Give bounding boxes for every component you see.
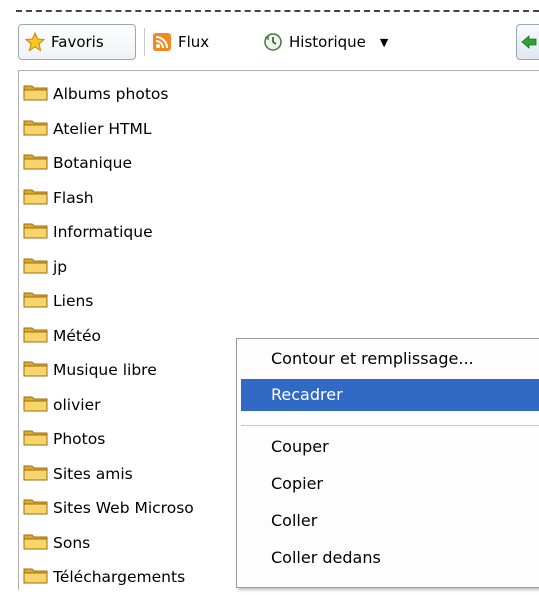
folder-label: Flash [53, 188, 94, 207]
folder-label: Sons [53, 533, 91, 552]
folder-label: Botanique [53, 154, 133, 173]
folder-item[interactable]: Botanique [23, 146, 194, 181]
folder-icon [23, 324, 49, 348]
folder-icon [23, 117, 49, 141]
green-back-arrow-icon [521, 35, 537, 49]
folder-item[interactable]: Atelier HTML [23, 112, 194, 147]
history-label: Historique [289, 33, 366, 51]
folder-label: Liens [53, 292, 94, 311]
menu-item-paste[interactable]: Coller [237, 505, 539, 537]
history-clock-icon [263, 32, 283, 52]
folder-label: Musique libre [53, 361, 157, 380]
history-tab[interactable]: Historique ▼ [263, 24, 388, 60]
folder-label: jp [53, 257, 68, 276]
menu-separator [241, 425, 539, 426]
folder-icon [23, 358, 49, 382]
favorites-folder-list: Albums photos Atelier HTML Botanique Flash I… [23, 77, 194, 595]
folder-item[interactable]: jp [23, 250, 194, 285]
folder-icon [23, 393, 49, 417]
folder-item[interactable]: Albums photos [23, 77, 194, 112]
folder-item[interactable]: Photos [23, 422, 194, 457]
context-menu: Contour et remplissage... Recadrer Coupe… [236, 338, 539, 588]
folder-icon [23, 427, 49, 451]
menu-item-crop[interactable]: Recadrer [241, 379, 539, 411]
folder-label: Sites Web Microso [53, 499, 194, 518]
folder-icon [23, 289, 49, 313]
folder-item[interactable]: Météo [23, 319, 194, 354]
rss-feed-icon [152, 32, 172, 52]
folder-item[interactable]: Informatique [23, 215, 194, 250]
toolbar-separator [144, 28, 145, 56]
menu-item-paste-inside[interactable]: Coller dedans [237, 542, 539, 574]
folder-label: Téléchargements [53, 568, 186, 587]
folder-icon [23, 565, 49, 589]
menu-item-outline-fill[interactable]: Contour et remplissage... [237, 343, 539, 375]
folder-item[interactable]: Sites amis [23, 457, 194, 492]
folder-label: Atelier HTML [53, 119, 152, 138]
folder-label: Informatique [53, 223, 153, 242]
folder-icon [23, 496, 49, 520]
folder-item[interactable]: Sites Web Microso [23, 491, 194, 526]
folder-item[interactable]: Flash [23, 181, 194, 216]
folder-icon [23, 462, 49, 486]
feeds-label: Flux [178, 33, 210, 51]
feeds-tab[interactable]: Flux [152, 24, 209, 60]
star-icon [25, 32, 45, 52]
folder-icon [23, 255, 49, 279]
folder-icon [23, 531, 49, 555]
folder-icon [23, 151, 49, 175]
folder-item[interactable]: Sons [23, 526, 194, 561]
folder-label: olivier [53, 395, 101, 414]
dropdown-arrow-icon[interactable]: ▼ [380, 36, 388, 49]
back-button[interactable] [516, 24, 539, 60]
folder-icon [23, 82, 49, 106]
folder-icon [23, 186, 49, 210]
folder-item[interactable]: olivier [23, 388, 194, 423]
folder-item[interactable]: Musique libre [23, 353, 194, 388]
favorites-tab[interactable]: Favoris [18, 24, 136, 60]
favorites-label: Favoris [51, 33, 104, 51]
favorites-center-toolbar: Favoris Flux Historique ▼ [18, 20, 539, 66]
folder-icon [23, 220, 49, 244]
menu-item-cut[interactable]: Couper [237, 431, 539, 463]
folder-label: Météo [53, 326, 102, 345]
folder-item[interactable]: Téléchargements [23, 560, 194, 595]
folder-item[interactable]: Liens [23, 284, 194, 319]
folder-label: Albums photos [53, 85, 169, 104]
folder-label: Photos [53, 430, 106, 449]
menu-item-copy[interactable]: Copier [237, 468, 539, 500]
dashed-border [16, 10, 539, 12]
folder-label: Sites amis [53, 464, 133, 483]
